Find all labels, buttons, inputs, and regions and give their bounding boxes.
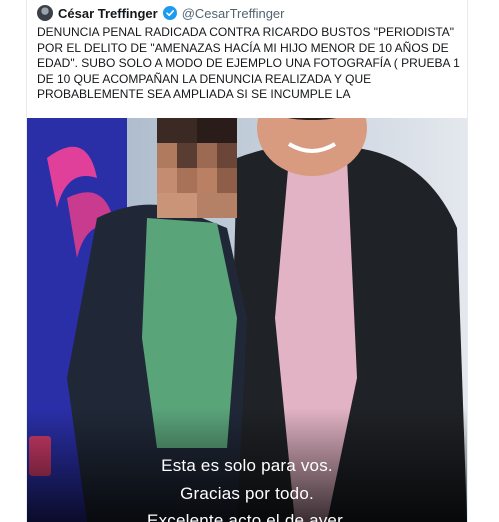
tweet-text: DENUNCIA PENAL RADICADA CONTRA RICARDO B… (37, 25, 460, 103)
author-name[interactable]: César Treffinger (58, 6, 158, 21)
tweet-header: César Treffinger @CesarTreffinger (37, 3, 285, 23)
tweet-text-line: POR EL DELITO DE "AMENAZAS HACÍA MI HIJO… (37, 40, 449, 55)
tweet-text-line: DENUNCIA PENAL RADICADA CONTRA RICARDO B… (37, 25, 455, 39)
tweet-photo[interactable]: Esta es solo para vos. Gracias por todo.… (27, 118, 467, 522)
verified-badge-icon (162, 6, 177, 20)
tweet-text-line: EDAD". SUBO SOLO A MODO DE EJEMPLO UNA F… (37, 56, 460, 70)
photo-caption-line: Gracias por todo. (180, 484, 314, 503)
avatar[interactable] (37, 5, 53, 21)
tweet-text-line: DE 10 QUE ACOMPAÑAN LA DENUNCIA REALIZAD… (37, 71, 372, 86)
photo-caption-line: Excelente acto el de ayer. (147, 511, 347, 522)
tweet-card[interactable]: César Treffinger @CesarTreffinger DENUNC… (26, 0, 468, 522)
tweet-text-line: PROBABLEMENTE SEA AMPLIADA SI SE INCUMPL… (37, 87, 351, 101)
author-handle[interactable]: @CesarTreffinger (182, 6, 285, 21)
photo-caption-line: Esta es solo para vos. (161, 456, 333, 475)
